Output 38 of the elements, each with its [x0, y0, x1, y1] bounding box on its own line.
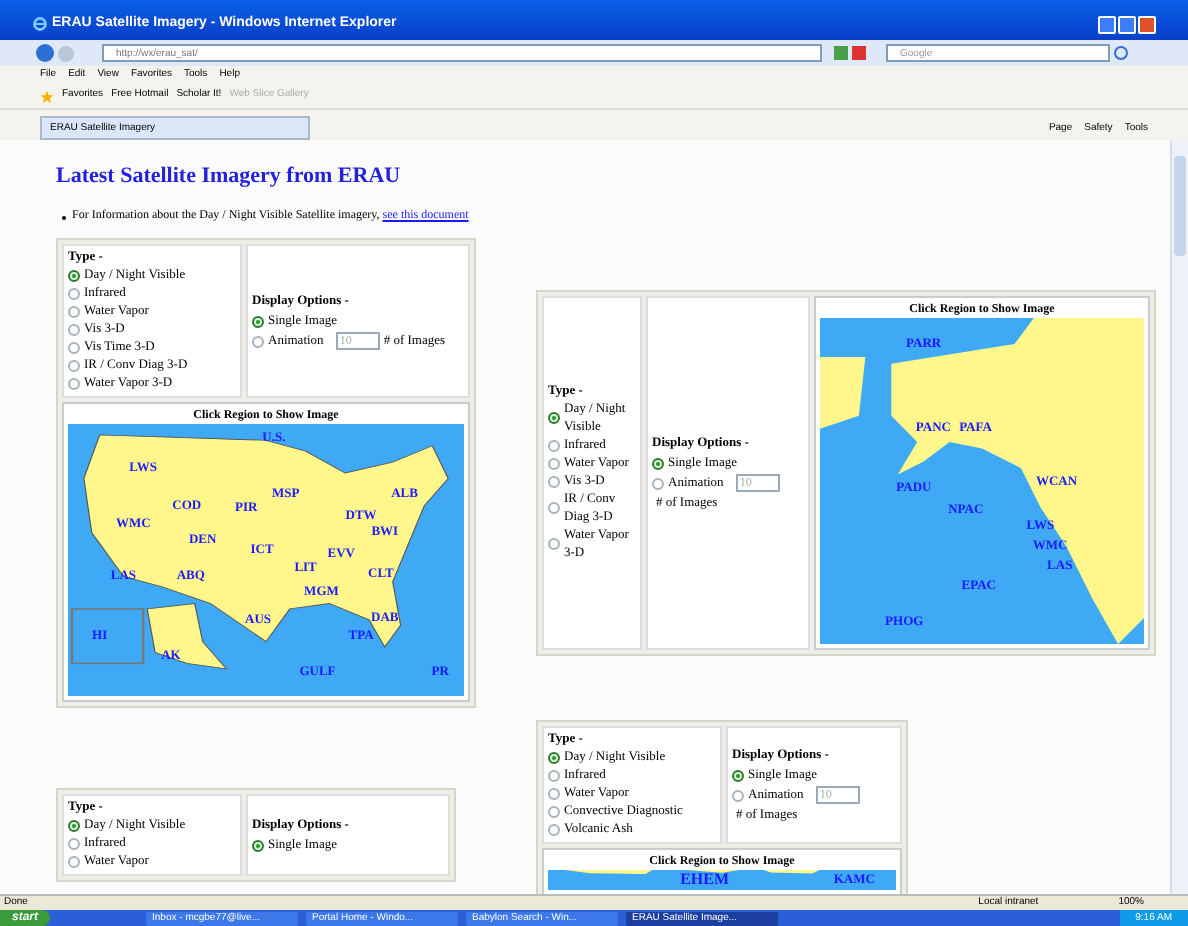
- radio-button[interactable]: [732, 789, 744, 801]
- radio-button[interactable]: [732, 769, 744, 781]
- back-button[interactable]: [36, 44, 54, 62]
- scrollbar[interactable]: [1170, 140, 1188, 894]
- radio-button[interactable]: [548, 457, 560, 469]
- search-icon[interactable]: [1114, 46, 1128, 60]
- radio-button[interactable]: [68, 837, 80, 849]
- radio-button[interactable]: [68, 269, 80, 281]
- radio-button[interactable]: [68, 305, 80, 317]
- radio-button[interactable]: [68, 377, 80, 389]
- close-button[interactable]: [1138, 15, 1156, 33]
- radio-button[interactable]: [548, 475, 560, 487]
- radio-button[interactable]: [548, 787, 560, 799]
- ie-logo-icon: [32, 16, 48, 32]
- maximize-button[interactable]: [1118, 15, 1136, 33]
- page-heading: Latest Satellite Imagery from ERAU: [56, 164, 403, 188]
- radio-button[interactable]: [68, 855, 80, 867]
- radio-button[interactable]: [548, 502, 560, 514]
- star-icon: [40, 89, 54, 103]
- radio-button[interactable]: [548, 412, 560, 424]
- radio-button[interactable]: [548, 823, 560, 835]
- radio-button[interactable]: [68, 287, 80, 299]
- radio-button[interactable]: [252, 315, 264, 327]
- radio-button[interactable]: [68, 323, 80, 335]
- radio-button[interactable]: [68, 819, 80, 831]
- radio-button[interactable]: [68, 359, 80, 371]
- radio-button[interactable]: [548, 439, 560, 451]
- radio-button[interactable]: [68, 341, 80, 353]
- radio-button[interactable]: [548, 769, 560, 781]
- radio-button[interactable]: [548, 751, 560, 763]
- radio-button[interactable]: [252, 335, 264, 347]
- radio-button[interactable]: [652, 477, 664, 489]
- forward-button[interactable]: [58, 45, 74, 61]
- radio-button[interactable]: [652, 457, 664, 469]
- radio-button[interactable]: [252, 839, 264, 851]
- minimize-button[interactable]: [1098, 15, 1116, 33]
- radio-button[interactable]: [548, 805, 560, 817]
- radio-button[interactable]: [548, 538, 560, 550]
